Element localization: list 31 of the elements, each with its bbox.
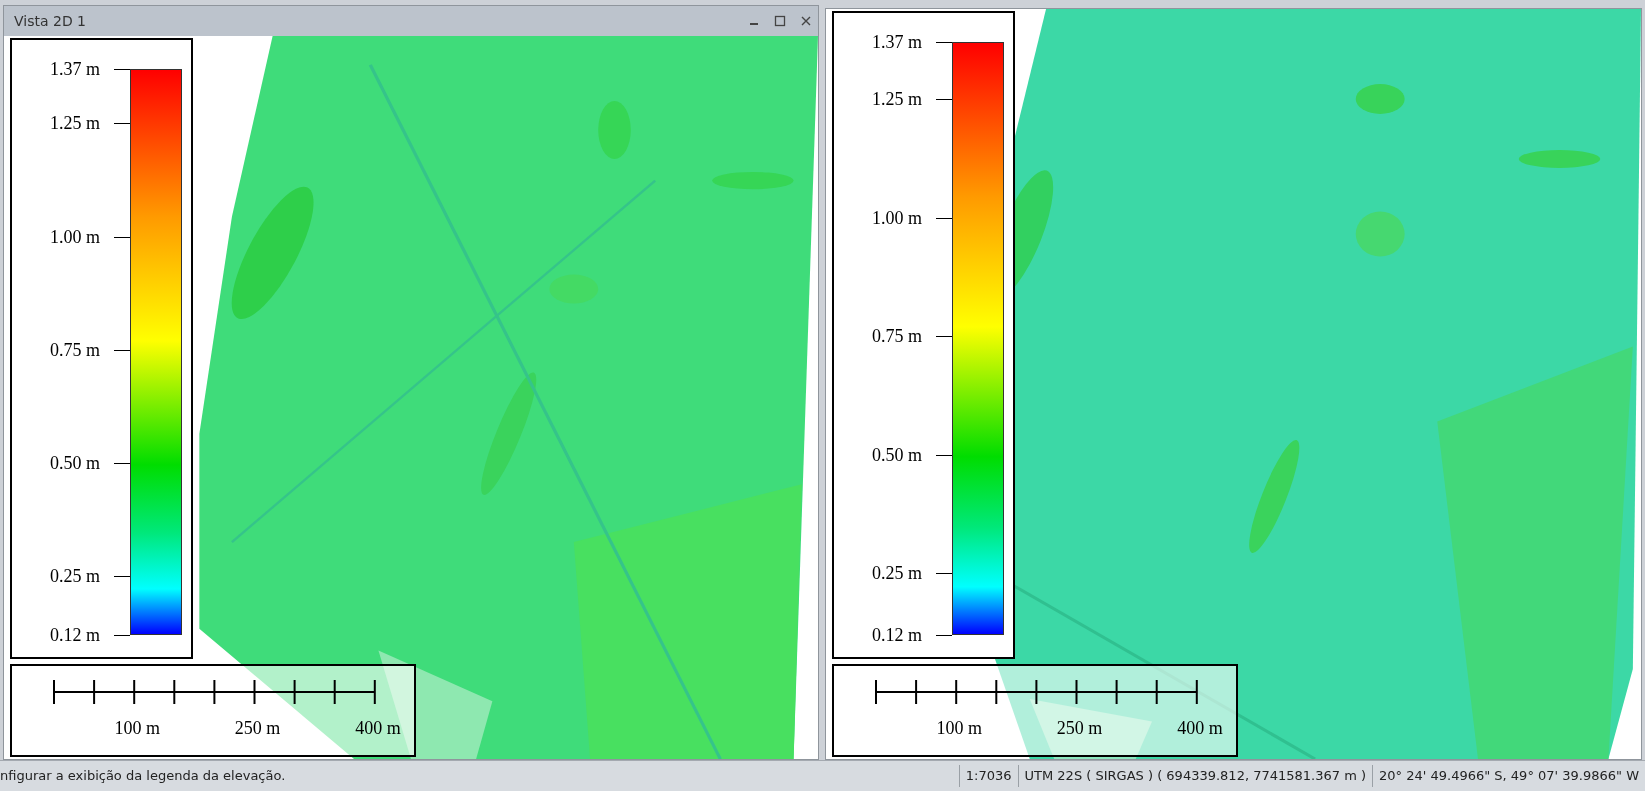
geographic-coordinates: 20° 24' 49.4966" S, 49° 07' 39.9866" W	[1372, 765, 1645, 787]
scale-label: 100 m	[936, 718, 982, 739]
legend-label: 0.50 m	[872, 444, 922, 465]
status-message: nfigurar a exibição da legenda da elevação.	[0, 767, 287, 785]
legend-label: 1.00 m	[872, 207, 922, 228]
elevation-legend[interactable]: 1.37 m 1.25 m 1.00 m 0.75 m 0.50 m 0.25 m 0.12 m	[832, 11, 1015, 659]
elevation-legend[interactable]: 1.37 m 1.25 m 1.00 m 0.75 m 0.50 m 0.25 m 0.12 m	[10, 38, 193, 659]
legend-label: 1.25 m	[872, 88, 922, 109]
legend-label: 1.37 m	[50, 59, 100, 79]
legend-label: 1.25 m	[50, 113, 100, 134]
scale-label: 400 m	[1177, 718, 1223, 739]
window-title: Vista 2D 1	[14, 13, 87, 29]
scale-label: 400 m	[355, 718, 401, 739]
legend-label: 0.50 m	[50, 452, 100, 473]
map-scale: 1:7036	[958, 765, 1018, 787]
legend-label: 0.12 m	[50, 625, 100, 645]
scale-bar-panel[interactable]: 100 m 250 m 400 m	[10, 664, 416, 757]
projection-coordinates: UTM 22S ( SIRGAS ) ( 694339.812, 7741581.367 m )	[1017, 765, 1373, 787]
legend-label: 0.25 m	[872, 563, 922, 584]
legend-label: 1.00 m	[50, 226, 100, 247]
legend-label: 0.75 m	[50, 339, 100, 360]
maximize-icon[interactable]	[774, 15, 786, 27]
close-icon[interactable]	[800, 15, 812, 27]
legend-label: 1.37 m	[872, 32, 922, 52]
legend-label: 0.12 m	[872, 625, 922, 645]
scale-label: 100 m	[114, 718, 160, 739]
legend-label: 0.25 m	[50, 566, 100, 587]
scale-label: 250 m	[1056, 718, 1103, 739]
scale-label: 250 m	[234, 718, 281, 739]
legend-label: 0.75 m	[872, 326, 922, 347]
scale-bar-panel[interactable]: 100 m 250 m 400 m	[832, 664, 1238, 757]
